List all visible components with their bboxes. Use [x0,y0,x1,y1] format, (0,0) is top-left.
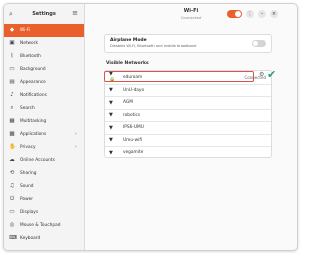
wifi-icon: ◆ [9,26,15,33]
chevron-right-icon: › [74,131,77,138]
share-icon: ⟲ [9,169,15,176]
sidebar-item-label: Wi-Fi [20,27,31,33]
sidebar-item-privacy[interactable]: ✋ Privacy › [4,141,84,154]
sidebar-item-label: Privacy [20,144,36,150]
network-row[interactable]: ▼ robotics [105,108,271,122]
chevron-right-icon: › [74,144,77,151]
sidebar-item-background[interactable]: ▭ Background [4,63,84,76]
network-name: Umu-wifi [123,137,143,143]
cloud-icon: ☁ [9,156,15,163]
toggle-knob [235,11,241,17]
visible-networks-label: Visible Networks [106,61,149,66]
wifi-signal-icon: ▼ [109,87,113,94]
sidebar-item-sharing[interactable]: ⟲ Sharing [4,167,84,180]
sidebar-item-displays[interactable]: ▭ Displays [4,206,84,219]
wifi-signal-icon: ▼ [109,149,113,156]
network-name: robotics [123,112,141,118]
sidebar-item-bluetooth[interactable]: ᛒ Bluetooth [4,50,84,63]
checkmark-icon: ✔ [267,68,277,81]
sidebar-item-label: Sharing [20,170,37,176]
wifi-signal-icon: ▼ [109,99,113,106]
wifi-signal-icon: ▼ [109,112,113,119]
sidebar-item-label: Multitasking [20,118,47,124]
sidebar-item-label: Bluetooth [20,53,41,59]
sidebar-item-online-accounts[interactable]: ☁ Online Accounts [4,154,84,167]
network-row[interactable]: ▼🔒 eduroam Connected [105,71,271,84]
gear-icon[interactable]: ⚙ [259,71,264,78]
network-row[interactable]: ▼ AGM [105,96,271,109]
sidebar-item-label: Power [20,196,33,202]
display-icon: ▭ [9,208,15,215]
sidebar-item-label: Notifications [20,92,47,98]
applications-icon: ▩ [9,130,15,137]
network-name: UnU-dayo [123,87,145,93]
sidebar: ⌕ Settings ≡ ◆ Wi-Fi ▣ Network ᛒ Bluetooth ▭ Ba… [4,4,85,250]
wifi-toggle[interactable] [227,10,242,18]
background-icon: ▭ [9,65,15,72]
sidebar-item-power[interactable]: ⏻ Power [4,193,84,206]
sidebar-item-wi-fi[interactable]: ◆ Wi-Fi [4,24,84,37]
wifi-secure-icon: ▼🔒 [109,71,116,84]
toggle-knob [253,41,258,46]
sidebar-item-label: Mouse & Touchpad [20,222,61,228]
settings-window: ⌕ Settings ≡ ◆ Wi-Fi ▣ Network ᛒ Bluetooth ▭ Ba… [3,3,298,251]
wifi-signal-icon: ▼ [109,137,113,144]
airplane-mode-toggle[interactable] [252,40,266,47]
sidebar-item-label: Search [20,105,35,111]
sidebar-item-applications[interactable]: ▩ Applications › [4,128,84,141]
network-list: ▼🔒 eduroam Connected ▼ UnU-dayo ▼ AGM ▼ robotics… [104,70,272,158]
privacy-icon: ✋ [9,143,16,150]
network-name: AGM [123,100,133,106]
minimize-icon[interactable]: – [258,10,266,18]
multitasking-icon: ▦ [9,117,15,124]
sidebar-item-sound[interactable]: ♫ Sound [4,180,84,193]
power-icon: ⏻ [9,195,15,202]
airplane-mode-description: Disables Wi-Fi, Bluetooth and mobile bro… [110,44,197,48]
search-icon: ⌕ [10,104,14,111]
sidebar-item-network[interactable]: ▣ Network [4,37,84,50]
appearance-icon: ▤ [9,78,15,85]
sidebar-item-label: Sound [20,183,34,189]
sidebar-item-keyboard[interactable]: ⌨ Keyboard [4,232,84,245]
network-name: eduroam [123,74,143,80]
main-panel: Wi-Fi Connected ⋮ – × Airplane Mode Disa… [85,4,297,250]
sidebar-item-label: Applications [20,131,47,137]
network-row[interactable]: ▼ Umu-wifi [105,133,271,147]
network-name: vegamite [123,150,144,156]
bell-icon: ♪ [10,91,14,98]
sidebar-item-label: Keyboard [20,235,41,241]
sidebar-item-mouse-touchpad[interactable]: ◎ Mouse & Touchpad [4,219,84,232]
header-bar: Wi-Fi Connected ⋮ – × [85,4,297,24]
bluetooth-icon: ᛒ [10,52,14,59]
network-icon: ▣ [9,39,15,46]
speaker-icon: ♫ [9,182,15,189]
sidebar-item-label: Displays [20,209,39,215]
network-name: IPS6-UMU [123,125,144,131]
airplane-mode-card: Airplane Mode Disables Wi-Fi, Bluetooth … [104,34,272,53]
sidebar-item-appearance[interactable]: ▤ Appearance [4,76,84,89]
airplane-mode-title: Airplane Mode [110,38,147,43]
hamburger-icon[interactable]: ≡ [72,9,78,17]
network-row[interactable]: ▼ IPS6-UMU [105,121,271,134]
wifi-signal-icon: ▼ [109,124,113,131]
network-row[interactable]: ▼ vegamite [105,146,271,159]
sidebar-item-notifications[interactable]: ♪ Notifications [4,89,84,102]
sidebar-item-label: Background [20,66,46,72]
sidebar-item-label: Network [20,40,38,46]
close-icon[interactable]: × [270,10,278,18]
sidebar-header: ⌕ Settings ≡ [4,4,84,24]
sidebar-item-label: Online Accounts [20,157,55,163]
network-row[interactable]: ▼ UnU-dayo [105,83,271,97]
sidebar-item-multitasking[interactable]: ▦ Multitasking [4,115,84,128]
sidebar-item-label: Appearance [20,79,46,85]
sidebar-item-search[interactable]: ⌕ Search [4,102,84,115]
mouse-icon: ◎ [9,221,15,228]
keyboard-icon: ⌨ [9,234,17,241]
more-icon[interactable]: ⋮ [246,10,254,18]
